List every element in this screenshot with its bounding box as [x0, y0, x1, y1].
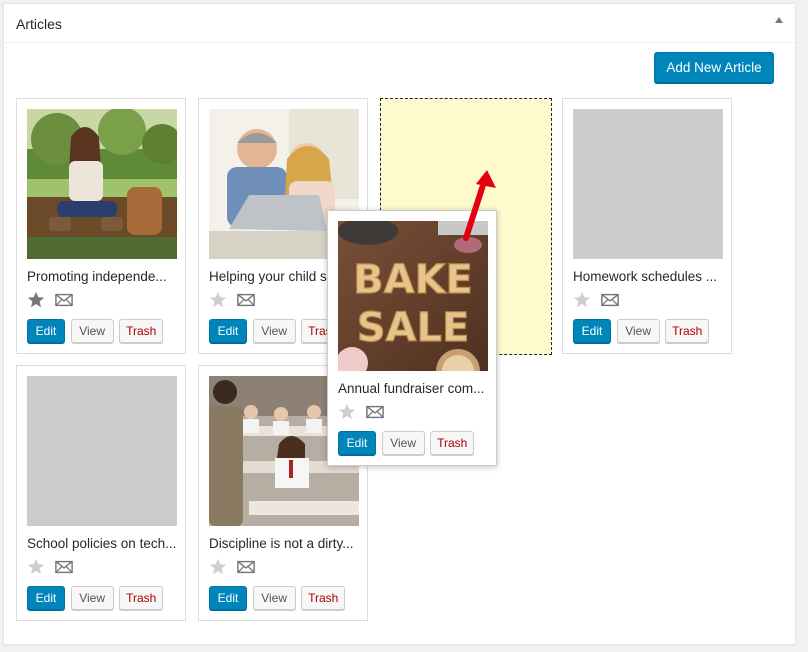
- email-icon[interactable]: [236, 293, 255, 307]
- edit-button[interactable]: Edit: [573, 319, 611, 343]
- article-card[interactable]: School policies on tech... Edit View Tra…: [16, 365, 186, 621]
- email-icon[interactable]: [54, 560, 73, 574]
- featured-star-icon[interactable]: [209, 558, 227, 576]
- card-title[interactable]: Discipline is not a dirty...: [209, 536, 359, 551]
- drag-direction-arrow-icon: [463, 170, 496, 241]
- placeholder-image: [27, 376, 177, 526]
- trash-button[interactable]: Trash: [119, 586, 164, 610]
- card-title[interactable]: School policies on tech...: [27, 536, 177, 551]
- trash-button[interactable]: Trash: [430, 431, 475, 455]
- panel-title: Articles: [16, 16, 62, 32]
- placeholder-image: [573, 109, 723, 259]
- view-button[interactable]: View: [252, 319, 296, 343]
- trash-button[interactable]: Trash: [119, 319, 164, 343]
- view-button[interactable]: View: [381, 431, 425, 455]
- email-icon[interactable]: [236, 560, 255, 574]
- featured-star-icon[interactable]: [209, 291, 227, 309]
- view-button[interactable]: View: [616, 319, 660, 343]
- view-button[interactable]: View: [70, 319, 114, 343]
- sale-word: SALE: [357, 305, 470, 351]
- trash-button[interactable]: Trash: [301, 586, 346, 610]
- email-icon[interactable]: [365, 405, 384, 419]
- email-icon[interactable]: [54, 293, 73, 307]
- article-card[interactable]: Promoting independe... Edit View Trash: [16, 98, 186, 354]
- card-title[interactable]: Homework schedules ...: [573, 269, 723, 284]
- collapse-toggle-icon[interactable]: [775, 17, 783, 23]
- bake-word: BAKE: [353, 257, 473, 303]
- edit-button[interactable]: Edit: [209, 319, 247, 343]
- featured-star-icon[interactable]: [27, 291, 45, 309]
- view-button[interactable]: View: [70, 586, 114, 610]
- edit-button[interactable]: Edit: [27, 586, 65, 610]
- edit-button[interactable]: Edit: [209, 586, 247, 610]
- featured-star-icon[interactable]: [27, 558, 45, 576]
- dragged-article-card[interactable]: BAKE SALE Annual fundraiser com... Edit …: [327, 210, 497, 466]
- trash-button[interactable]: Trash: [665, 319, 710, 343]
- article-card[interactable]: Homework schedules ... Edit View Trash: [562, 98, 732, 354]
- edit-button[interactable]: Edit: [27, 319, 65, 343]
- featured-star-icon[interactable]: [573, 291, 591, 309]
- view-button[interactable]: View: [252, 586, 296, 610]
- add-new-article-button[interactable]: Add New Article: [654, 52, 774, 83]
- girl-on-bench-photo: [27, 109, 177, 259]
- edit-button[interactable]: Edit: [338, 431, 376, 455]
- panel-header: Articles: [4, 4, 795, 43]
- email-icon[interactable]: [600, 293, 619, 307]
- card-title[interactable]: Annual fundraiser com...: [338, 381, 488, 396]
- featured-star-icon[interactable]: [338, 403, 356, 421]
- card-title[interactable]: Promoting independe...: [27, 269, 177, 284]
